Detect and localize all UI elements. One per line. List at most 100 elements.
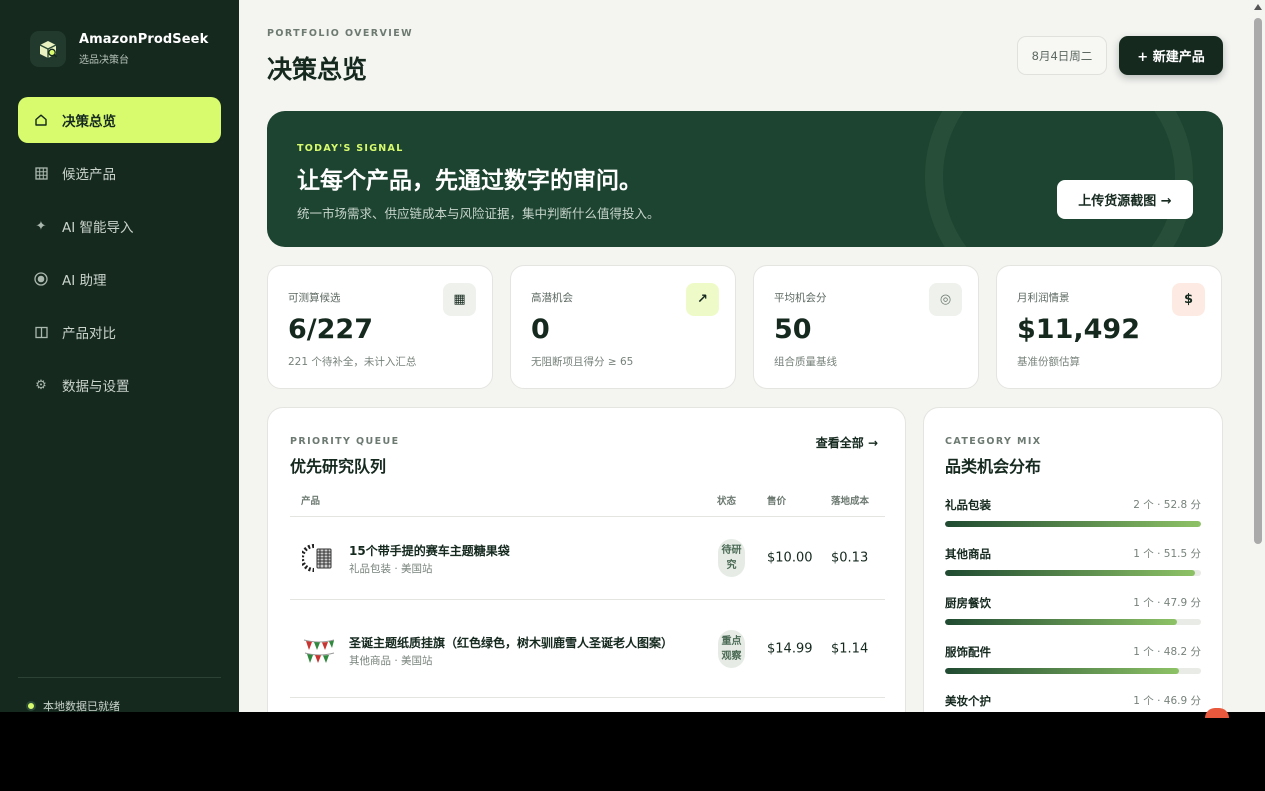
product-name: 圣诞主题纸质挂旗（红色绿色，树木驯鹿雪人圣诞老人图案） (349, 636, 674, 650)
category-meta: 2 个 · 52.8 分 (1133, 499, 1201, 511)
trend-up-icon: ↗ (686, 283, 719, 316)
sidebar-item-label: 产品对比 (62, 326, 116, 342)
sidebar: AmazonProdSeek 选品决策台 决策总览 候选产品 ✦ AI 智能导入 (0, 0, 239, 712)
home-icon (34, 113, 48, 127)
stat-label: 可测算候选 (288, 292, 341, 304)
data-status: 本地数据已就绪 (26, 698, 120, 712)
scroll-up-arrow-icon[interactable] (1254, 4, 1262, 10)
stat-label: 高潜机会 (531, 292, 573, 304)
category-item[interactable]: 礼品包装 2 个 · 52.8 分 (945, 497, 1201, 527)
sidebar-item-candidates[interactable]: 候选产品 (18, 150, 221, 196)
stat-note: 无阻断项且得分 ≥ 65 (531, 356, 634, 368)
sparkle-icon: ✦ (35, 218, 47, 234)
radio-icon (34, 272, 48, 286)
product-meta: 礼品包装 · 美国站 (349, 563, 433, 575)
table-row[interactable]: 15个带手提的赛车主题糖果袋 礼品包装 · 美国站 待研究 $10.00 $0.… (290, 517, 885, 600)
category-bar-fill (945, 570, 1195, 576)
status-dot-icon (26, 701, 36, 711)
vertical-scrollbar[interactable] (1251, 0, 1265, 712)
target-icon: ◎ (929, 283, 962, 316)
stat-card: 月利润情景 $ $11,492 基准份额估算 (996, 265, 1222, 389)
table-icon: ▦ (443, 283, 476, 316)
sidebar-nav: 决策总览 候选产品 ✦ AI 智能导入 AI 助理 产品对比 ⚙ 数据与设置 (18, 97, 221, 415)
category-bar-fill (945, 619, 1178, 625)
panel-title: 品类机会分布 (945, 457, 1042, 476)
sidebar-divider (18, 677, 221, 678)
stat-value: 6/227 (288, 314, 374, 345)
banner-title: 让每个产品，先通过数字的审问。 (297, 168, 642, 194)
stat-card: 高潜机会 ↗ 0 无阻断项且得分 ≥ 65 (510, 265, 736, 389)
stat-card: 可测算候选 ▦ 6/227 221 个待补全，未计入汇总 (267, 265, 493, 389)
landed-cost-value: $1.14 (831, 641, 869, 656)
stat-note: 221 个待补全，未计入汇总 (288, 356, 417, 368)
scrollbar-thumb[interactable] (1254, 18, 1262, 544)
view-all-link[interactable]: 查看全部 → (816, 434, 878, 451)
stat-value: 50 (774, 314, 812, 345)
sidebar-item-ai-import[interactable]: ✦ AI 智能导入 (18, 203, 221, 249)
brand-name: AmazonProdSeek (79, 32, 209, 47)
page-title: 决策总览 (267, 55, 368, 84)
decorative-ring (925, 111, 1193, 247)
price-value: $10.00 (767, 550, 813, 566)
upload-source-screenshot-button[interactable]: 上传货源截图 → (1057, 180, 1193, 219)
sidebar-item-label: 数据与设置 (62, 379, 130, 395)
status-text: 本地数据已就绪 (43, 700, 120, 712)
brand-subtitle: 选品决策台 (79, 55, 129, 66)
brand-logo-icon (30, 31, 66, 67)
sidebar-item-ai-assistant[interactable]: AI 助理 (18, 256, 221, 302)
category-bar-track (945, 570, 1201, 576)
category-item[interactable]: 厨房餐饮 1 个 · 47.9 分 (945, 595, 1201, 625)
sidebar-item-label: 决策总览 (62, 114, 116, 130)
category-meta: 1 个 · 47.9 分 (1133, 597, 1201, 609)
sidebar-item-compare[interactable]: 产品对比 (18, 309, 221, 355)
grid-icon (34, 166, 48, 180)
sidebar-item-label: AI 助理 (62, 273, 107, 289)
product-thumbnail (302, 632, 336, 666)
column-header-cost[interactable]: 落地成本 (831, 493, 869, 507)
panel-title: 优先研究队列 (290, 457, 387, 476)
floating-action-button[interactable] (1205, 708, 1229, 718)
product-thumbnail (300, 541, 336, 575)
main-content: PORTFOLIO OVERVIEW 决策总览 8月4日周二 + 新建产品 TO… (239, 0, 1265, 712)
signal-banner: TODAY'S SIGNAL 让每个产品，先通过数字的审问。 统一市场需求、供应… (267, 111, 1223, 247)
category-bar-fill (945, 521, 1201, 527)
stat-label: 平均机会分 (774, 292, 827, 304)
priority-queue-panel: PRIORITY QUEUE 优先研究队列 查看全部 → 产品 状态 售价 落地… (267, 407, 906, 712)
banner-eyebrow: TODAY'S SIGNAL (297, 143, 404, 154)
date-chip[interactable]: 8月4日周二 (1017, 36, 1107, 75)
table-row[interactable]: 圣诞主题纸质挂旗（红色绿色，树木驯鹿雪人圣诞老人图案） 其他商品 · 美国站 重… (290, 600, 885, 698)
category-bar-track (945, 668, 1201, 674)
category-meta: 1 个 · 51.5 分 (1133, 548, 1201, 560)
page-eyebrow: PORTFOLIO OVERVIEW (267, 28, 413, 39)
stat-value: 0 (531, 314, 550, 345)
status-badge: 待研究 (718, 539, 745, 577)
sidebar-item-label: AI 智能导入 (62, 220, 134, 236)
category-mix-panel: CATEGORY MIX 品类机会分布 礼品包装 2 个 · 52.8 分 其他… (923, 407, 1223, 712)
stat-note: 基准份额估算 (1017, 356, 1080, 368)
column-header-price[interactable]: 售价 (767, 493, 786, 507)
stat-card: 平均机会分 ◎ 50 组合质量基线 (753, 265, 979, 389)
banner-subtitle: 统一市场需求、供应链成本与风险证据，集中判断什么值得投入。 (297, 206, 660, 221)
sidebar-item-overview[interactable]: 决策总览 (18, 97, 221, 143)
landed-cost-value: $0.13 (831, 550, 869, 566)
new-product-button[interactable]: + 新建产品 (1119, 36, 1223, 75)
sidebar-item-settings[interactable]: ⚙ 数据与设置 (18, 362, 221, 408)
table-header: 产品 状态 售价 落地成本 (290, 493, 885, 517)
category-item[interactable]: 其他商品 1 个 · 51.5 分 (945, 546, 1201, 576)
category-bar-track (945, 521, 1201, 527)
stat-label: 月利润情景 (1017, 292, 1070, 304)
category-meta: 1 个 · 46.9 分 (1133, 695, 1201, 707)
category-item[interactable]: 服饰配件 1 个 · 48.2 分 (945, 644, 1201, 674)
panel-eyebrow: CATEGORY MIX (945, 436, 1042, 447)
price-value: $14.99 (767, 641, 813, 656)
category-item[interactable]: 美妆个护 1 个 · 46.9 分 (945, 693, 1201, 712)
column-header-status[interactable]: 状态 (717, 493, 736, 507)
stats-row: 可测算候选 ▦ 6/227 221 个待补全，未计入汇总 高潜机会 ↗ 0 无阻… (267, 265, 1222, 389)
status-badge: 重点观察 (718, 629, 745, 668)
stat-value: $11,492 (1017, 314, 1140, 345)
category-bar-fill (945, 668, 1179, 674)
category-meta: 1 个 · 48.2 分 (1133, 646, 1201, 658)
column-header-product[interactable]: 产品 (301, 493, 320, 507)
gear-icon: ⚙ (35, 377, 47, 393)
brand[interactable]: AmazonProdSeek 选品决策台 (30, 31, 208, 67)
